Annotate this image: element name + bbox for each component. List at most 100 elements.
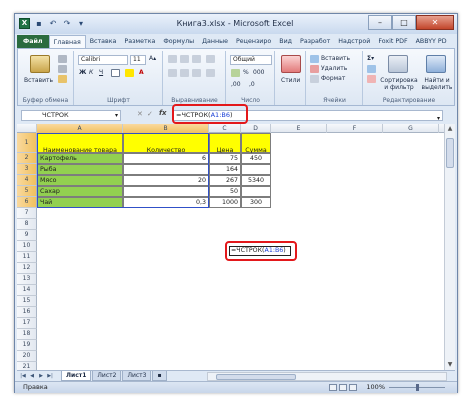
cell-d3[interactable] — [241, 164, 271, 175]
sheet-tab-2[interactable]: Лист2 — [92, 371, 122, 381]
scroll-down-icon[interactable]: ▼ — [445, 360, 455, 370]
italic-icon[interactable]: К — [89, 69, 93, 76]
increase-decimal-icon[interactable]: ,00 — [231, 81, 241, 88]
undo-icon[interactable]: ↶ — [48, 19, 58, 29]
copy-icon[interactable] — [58, 65, 67, 73]
close-button[interactable]: ✕ — [416, 15, 454, 30]
tab-addins[interactable]: Надстрой — [334, 35, 374, 48]
cell-d5[interactable] — [241, 186, 271, 197]
underline-icon[interactable]: Ч — [99, 69, 103, 76]
format-cells-icon[interactable] — [310, 75, 319, 83]
grow-font-icon[interactable]: A▴ — [149, 55, 156, 62]
sheet-tab-3[interactable]: Лист3 — [122, 371, 152, 381]
zoom-slider-knob[interactable] — [416, 384, 419, 391]
row-header-16[interactable]: 16 — [17, 307, 37, 318]
sort-filter-label[interactable]: Сортировка и фильтр — [378, 77, 420, 91]
sort-filter-icon[interactable] — [388, 55, 408, 73]
vertical-scroll-thumb[interactable] — [446, 138, 454, 168]
row-header-11[interactable]: 11 — [17, 252, 37, 263]
tab-data[interactable]: Данные — [198, 35, 232, 48]
find-select-icon[interactable] — [426, 55, 446, 73]
save-icon[interactable]: ▪ — [34, 19, 44, 29]
cell-c6[interactable]: 1000 — [209, 197, 241, 208]
tab-formulas[interactable]: Формулы — [159, 35, 198, 48]
cell-d1[interactable]: Сумма — [241, 133, 271, 154]
vertical-scrollbar[interactable]: ▲ ▼ — [444, 124, 455, 370]
expand-formula-bar-icon[interactable]: ▾ — [437, 114, 440, 123]
cell-c2[interactable]: 75 — [209, 153, 241, 164]
row-header-7[interactable]: 7 — [17, 208, 37, 219]
row-header-13[interactable]: 13 — [17, 274, 37, 285]
tab-file[interactable]: Файл — [17, 35, 49, 48]
decrease-decimal-icon[interactable]: ,0 — [249, 81, 255, 88]
align-right-icon[interactable] — [192, 69, 201, 77]
column-header-c[interactable]: C — [209, 124, 241, 133]
first-sheet-icon[interactable]: |◀ — [19, 372, 27, 380]
cancel-formula-icon[interactable]: ✕ — [137, 110, 143, 118]
bold-icon[interactable]: Ж — [79, 69, 86, 76]
comma-style-icon[interactable]: 000 — [253, 69, 264, 76]
cell-d2[interactable]: 450 — [241, 153, 271, 164]
row-header-8[interactable]: 8 — [17, 219, 37, 230]
page-layout-view-icon[interactable] — [339, 384, 347, 391]
align-center-icon[interactable] — [180, 69, 189, 77]
zoom-level[interactable]: 100% — [366, 382, 385, 393]
tab-view[interactable]: Вид — [275, 35, 296, 48]
borders-icon[interactable] — [111, 69, 120, 77]
paste-button-label[interactable]: Вставить — [24, 77, 53, 84]
format-painter-icon[interactable] — [58, 75, 67, 83]
row-header-3[interactable]: 3 — [17, 164, 37, 175]
font-size-combo[interactable]: 11 — [130, 55, 146, 65]
cell-d4[interactable]: 5340 — [241, 175, 271, 186]
tab-review[interactable]: Рецензиро — [232, 35, 275, 48]
merge-cells-icon[interactable] — [206, 69, 215, 77]
normal-view-icon[interactable] — [329, 384, 337, 391]
align-bottom-icon[interactable] — [192, 55, 201, 63]
currency-icon[interactable] — [231, 69, 240, 77]
clear-icon[interactable] — [367, 75, 376, 83]
page-break-view-icon[interactable] — [349, 384, 357, 391]
cell-c1[interactable]: Цена — [209, 133, 241, 154]
tab-page-layout[interactable]: Разметка — [120, 35, 159, 48]
minimize-button[interactable]: – — [368, 15, 392, 30]
column-header-d[interactable]: D — [241, 124, 271, 133]
cell-d6[interactable]: 300 — [241, 197, 271, 208]
find-select-label[interactable]: Найти и выделить — [420, 77, 454, 91]
delete-cells-label[interactable]: Удалить — [321, 65, 347, 72]
row-header-19[interactable]: 19 — [17, 340, 37, 351]
worksheet-grid[interactable]: A B C D E F G H 123456789101112131415161… — [17, 124, 455, 370]
align-left-icon[interactable] — [168, 69, 177, 77]
redo-icon[interactable]: ↷ — [62, 19, 72, 29]
styles-button-label[interactable]: Стили — [281, 77, 300, 84]
row-header-10[interactable]: 10 — [17, 241, 37, 252]
number-format-combo[interactable]: Общий — [230, 55, 272, 65]
row-header-2[interactable]: 2 — [17, 153, 37, 164]
row-header-18[interactable]: 18 — [17, 329, 37, 340]
insert-function-icon[interactable]: fx — [159, 109, 167, 117]
prev-sheet-icon[interactable]: ◀ — [28, 372, 36, 380]
sheet-tab-1[interactable]: Лист1 — [61, 371, 92, 381]
autosum-icon[interactable]: Σ▾ — [367, 55, 374, 62]
horizontal-scrollbar[interactable] — [207, 372, 447, 381]
row-header-4[interactable]: 4 — [17, 175, 37, 186]
scroll-up-icon[interactable]: ▲ — [445, 124, 455, 134]
cell-c3[interactable]: 164 — [209, 164, 241, 175]
tab-abbyy-pdf[interactable]: ABBYY PD — [412, 35, 451, 48]
new-sheet-icon[interactable]: ▪ — [152, 371, 167, 381]
column-header-a[interactable]: A — [37, 124, 123, 133]
row-header-15[interactable]: 15 — [17, 296, 37, 307]
delete-cells-icon[interactable] — [310, 65, 319, 73]
select-all-corner[interactable] — [17, 124, 37, 133]
last-sheet-icon[interactable]: ▶| — [46, 372, 54, 380]
insert-cells-icon[interactable] — [310, 55, 319, 63]
excel-app-icon[interactable]: X — [19, 18, 30, 29]
column-header-b[interactable]: B — [123, 124, 209, 133]
tab-developer[interactable]: Разработ — [296, 35, 334, 48]
font-color-icon[interactable]: A — [139, 69, 144, 76]
column-header-e[interactable]: E — [271, 124, 327, 133]
row-header-20[interactable]: 20 — [17, 351, 37, 362]
align-middle-icon[interactable] — [180, 55, 189, 63]
column-header-g[interactable]: G — [383, 124, 439, 133]
row-header-9[interactable]: 9 — [17, 230, 37, 241]
tab-foxit-pdf[interactable]: Foxit PDF — [374, 35, 411, 48]
